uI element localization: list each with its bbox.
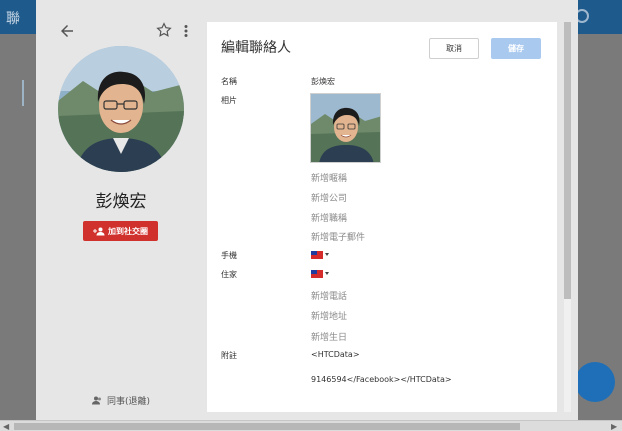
photo-label: 相片 xyxy=(221,96,237,105)
group-label: 同事(退離) xyxy=(106,397,151,407)
more-vert-icon[interactable] xyxy=(180,22,192,40)
job-title-input[interactable]: 新增職稱 xyxy=(311,211,347,224)
contact-group[interactable]: 同事(退離) xyxy=(36,394,206,407)
app-title: 聯 xyxy=(6,11,20,27)
back-arrow-icon[interactable] xyxy=(58,22,76,40)
contact-avatar xyxy=(58,46,184,172)
cancel-button[interactable]: 取消 xyxy=(429,38,479,59)
selected-row-indicator xyxy=(22,80,24,106)
phone-input[interactable]: 新增電話 xyxy=(311,289,347,302)
name-field[interactable]: 彭煥宏 xyxy=(311,76,335,87)
notes-label: 附註 xyxy=(221,351,237,360)
taiwan-flag-icon xyxy=(311,250,323,259)
page-horizontal-scrollbar[interactable]: ◀ ▶ xyxy=(0,420,622,431)
edit-contact-dialog: 彭煥宏 加到社交圈 同事(退離) 編輯聯絡人 取消 儲存 名稱 彭煥宏 相片 新… xyxy=(36,0,578,420)
mobile-country-select[interactable] xyxy=(311,250,330,259)
form-title: 編輯聯絡人 xyxy=(221,40,291,56)
notes-line-1[interactable]: <HTCData> xyxy=(311,350,360,359)
home-label: 住家 xyxy=(221,270,237,279)
dropdown-caret-icon xyxy=(325,253,329,256)
photo-image xyxy=(311,94,380,162)
contact-summary: 彭煥宏 加到社交圈 同事(退離) xyxy=(36,0,206,420)
group-icon xyxy=(91,396,101,405)
scroll-right-icon[interactable]: ▶ xyxy=(611,422,617,431)
taiwan-flag-icon xyxy=(311,269,323,278)
notes-line-2[interactable]: 9146594</Facebook></HTCData> xyxy=(311,375,452,384)
mobile-label: 手機 xyxy=(221,251,237,260)
page-scroll-thumb[interactable] xyxy=(14,423,520,430)
birthday-input[interactable]: 新增生日 xyxy=(311,330,347,343)
name-label: 名稱 xyxy=(221,77,237,86)
star-icon[interactable] xyxy=(155,21,173,39)
home-country-select[interactable] xyxy=(311,269,330,278)
nickname-input[interactable]: 新增暱稱 xyxy=(311,171,347,184)
scroll-left-icon[interactable]: ◀ xyxy=(3,422,9,431)
contact-photo[interactable] xyxy=(310,93,381,163)
save-button[interactable]: 儲存 xyxy=(491,38,541,59)
dropdown-caret-icon xyxy=(325,272,329,275)
dialog-scroll-thumb[interactable] xyxy=(564,22,571,299)
person-add-icon xyxy=(93,227,105,235)
add-contact-fab[interactable] xyxy=(575,362,615,402)
company-input[interactable]: 新增公司 xyxy=(311,191,347,204)
dialog-scrollbar[interactable] xyxy=(564,22,571,412)
add-to-circles-button[interactable]: 加到社交圈 xyxy=(83,221,158,241)
email-input[interactable]: 新增電子郵件 xyxy=(311,230,365,243)
contact-display-name: 彭煥宏 xyxy=(95,192,147,212)
add-to-circles-label: 加到社交圈 xyxy=(108,226,148,236)
edit-form: 編輯聯絡人 取消 儲存 名稱 彭煥宏 相片 新增暱稱 新增公司 新增職稱 新增電… xyxy=(207,22,557,412)
address-input[interactable]: 新增地址 xyxy=(311,309,347,322)
